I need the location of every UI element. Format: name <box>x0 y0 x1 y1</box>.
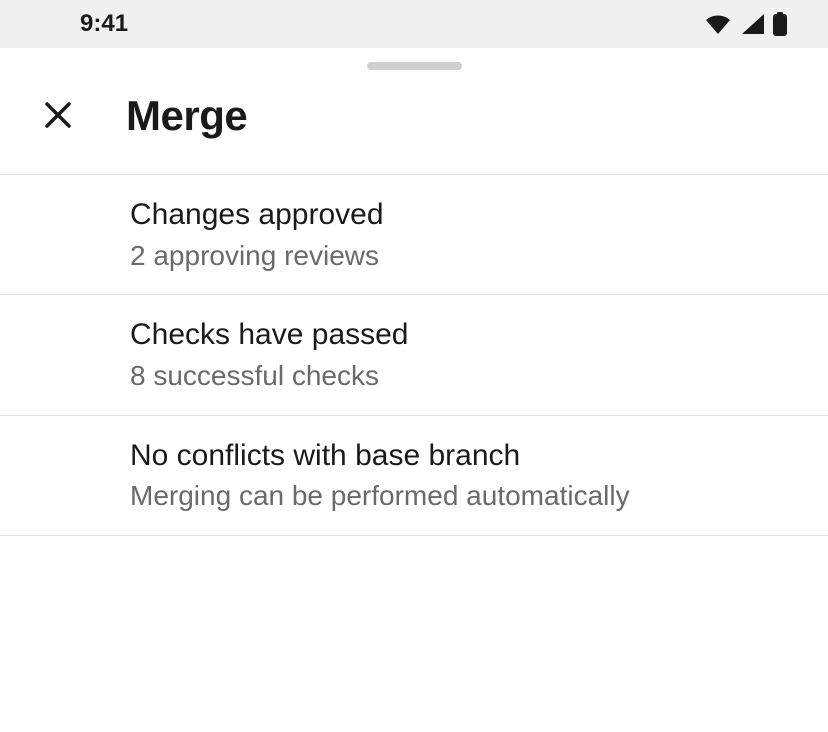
sheet-handle[interactable] <box>367 62 462 70</box>
wifi-icon <box>704 14 732 34</box>
item-title: Changes approved <box>130 195 788 236</box>
list-item[interactable]: Changes approved 2 approving reviews <box>0 175 828 295</box>
item-subtitle: Merging can be performed automatically <box>130 477 788 515</box>
item-subtitle: 8 successful checks <box>130 357 788 395</box>
battery-icon <box>772 12 788 36</box>
list-item[interactable]: Checks have passed 8 successful checks <box>0 295 828 415</box>
item-subtitle: 2 approving reviews <box>130 237 788 275</box>
close-button[interactable] <box>40 97 76 136</box>
close-icon <box>44 101 72 132</box>
page-title: Merge <box>126 92 247 140</box>
header: Merge <box>0 70 828 174</box>
status-icons <box>704 12 788 36</box>
item-title: Checks have passed <box>130 315 788 356</box>
item-title: No conflicts with base branch <box>130 436 788 477</box>
status-bar: 9:41 <box>0 0 828 48</box>
status-time: 9:41 <box>80 10 128 38</box>
cellular-signal-icon <box>740 14 764 34</box>
list-item[interactable]: No conflicts with base branch Merging ca… <box>0 416 828 536</box>
merge-status-list: Changes approved 2 approving reviews Che… <box>0 174 828 536</box>
